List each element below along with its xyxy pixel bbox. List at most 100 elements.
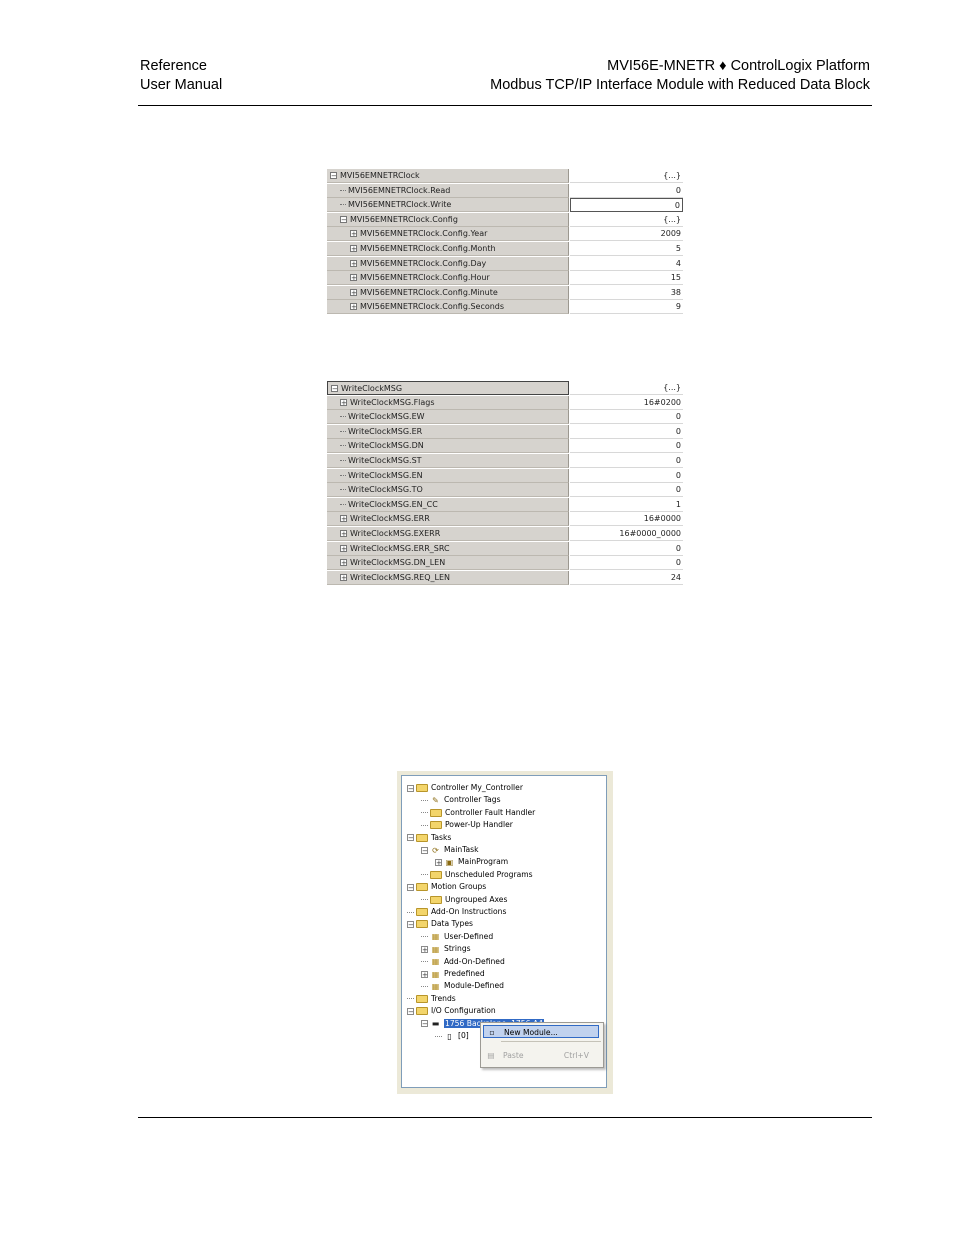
tag-row[interactable]: + MVI56EMNETRClock.Config.Seconds 9: [327, 300, 683, 315]
tag-row[interactable]: WriteClockMSG.ER 0: [327, 424, 683, 440]
expand-icon[interactable]: +: [435, 858, 442, 866]
tag-value-cell[interactable]: 0: [570, 541, 683, 556]
organizer-tree-item[interactable]: Trends: [407, 993, 456, 1005]
organizer-tree-item[interactable]: ▦ User-Defined: [421, 931, 493, 943]
collapse-icon[interactable]: −: [340, 215, 347, 223]
tag-name-cell[interactable]: MVI56EMNETRClock.Write: [327, 198, 569, 213]
tag-name-cell[interactable]: WriteClockMSG.ST: [327, 453, 569, 468]
tag-value-cell[interactable]: 38: [570, 285, 683, 300]
tag-name-cell[interactable]: + MVI56EMNETRClock.Config.Hour: [327, 271, 569, 286]
tag-row[interactable]: WriteClockMSG.EW 0: [327, 410, 683, 425]
expand-icon[interactable]: +: [340, 559, 347, 567]
tag-name-cell[interactable]: WriteClockMSG.DN: [327, 439, 569, 454]
organizer-tree-item[interactable]: + ▣ MainProgram: [435, 856, 508, 868]
tag-value-cell[interactable]: 0: [570, 439, 683, 454]
expand-icon[interactable]: +: [421, 945, 428, 953]
tag-name-cell[interactable]: + MVI56EMNETRClock.Config.Month: [327, 241, 569, 256]
expand-icon[interactable]: +: [350, 244, 357, 252]
tag-name-cell[interactable]: + WriteClockMSG.ERR: [327, 512, 569, 527]
tag-value-cell[interactable]: 0: [570, 483, 683, 498]
tag-row[interactable]: + WriteClockMSG.REQ_LEN 24: [327, 570, 683, 586]
tag-value-cell[interactable]: 0: [570, 556, 683, 571]
tag-value-cell[interactable]: 9: [570, 300, 683, 315]
organizer-tree-item[interactable]: + ▦ Strings: [421, 943, 471, 955]
organizer-tree-item[interactable]: − Controller My_Controller: [407, 782, 523, 794]
tag-name-cell[interactable]: − MVI56EMNETRClock: [327, 169, 569, 183]
organizer-tree-item[interactable]: ✎ Controller Tags: [421, 794, 501, 806]
expand-icon[interactable]: +: [350, 274, 357, 282]
organizer-tree-item[interactable]: ▯ [0]: [435, 1030, 469, 1042]
collapse-icon[interactable]: −: [407, 834, 414, 842]
tag-row[interactable]: + WriteClockMSG.DN_LEN 0: [327, 556, 683, 571]
collapse-icon[interactable]: −: [407, 784, 414, 792]
tag-name-cell[interactable]: WriteClockMSG.TO: [327, 483, 569, 498]
expand-icon[interactable]: +: [421, 970, 428, 978]
tag-name-cell[interactable]: WriteClockMSG.EW: [327, 410, 569, 425]
tag-row[interactable]: MVI56EMNETRClock.Write 0: [327, 198, 683, 213]
tag-name-cell[interactable]: + WriteClockMSG.REQ_LEN: [327, 570, 569, 585]
tag-value-cell[interactable]: 0: [570, 424, 683, 439]
tag-row[interactable]: + MVI56EMNETRClock.Config.Hour 15: [327, 271, 683, 286]
collapse-icon[interactable]: −: [330, 172, 337, 180]
organizer-tree-item[interactable]: − ⟳ MainTask: [421, 844, 479, 856]
tag-value-cell[interactable]: 0: [570, 183, 683, 198]
organizer-tree-item[interactable]: − I/O Configuration: [407, 1005, 496, 1017]
tag-name-cell[interactable]: WriteClockMSG.EN: [327, 468, 569, 483]
tag-row[interactable]: WriteClockMSG.EN 0: [327, 468, 683, 484]
organizer-tree-item[interactable]: Power-Up Handler: [421, 819, 513, 831]
collapse-icon[interactable]: −: [407, 920, 414, 928]
tag-row[interactable]: WriteClockMSG.ST 0: [327, 453, 683, 469]
collapse-icon[interactable]: −: [407, 883, 414, 891]
organizer-tree-item[interactable]: − Motion Groups: [407, 881, 486, 893]
organizer-tree-item[interactable]: ▦ Add-On-Defined: [421, 956, 505, 968]
new-module-menu-item[interactable]: ▫ New Module...: [483, 1025, 599, 1038]
expand-icon[interactable]: +: [340, 398, 347, 406]
organizer-tree-item[interactable]: Controller Fault Handler: [421, 807, 535, 819]
expand-icon[interactable]: +: [340, 544, 347, 552]
tag-row[interactable]: + WriteClockMSG.EXERR 16#0000_0000: [327, 526, 683, 542]
tag-name-cell[interactable]: + MVI56EMNETRClock.Config.Minute: [327, 285, 569, 300]
tag-value-cell[interactable]: {...}: [570, 169, 683, 183]
tag-value-cell[interactable]: 0: [570, 453, 683, 468]
expand-icon[interactable]: +: [340, 515, 347, 523]
tag-name-cell[interactable]: WriteClockMSG.ER: [327, 424, 569, 439]
tag-row[interactable]: + MVI56EMNETRClock.Config.Month 5: [327, 241, 683, 257]
tag-name-cell[interactable]: − MVI56EMNETRClock.Config: [327, 212, 569, 227]
tag-row[interactable]: + MVI56EMNETRClock.Config.Minute 38: [327, 285, 683, 301]
tag-value-cell[interactable]: {...}: [570, 381, 683, 395]
expand-icon[interactable]: +: [350, 303, 357, 311]
tag-name-cell[interactable]: MVI56EMNETRClock.Read: [327, 183, 569, 198]
organizer-tree-item[interactable]: ▦ Module-Defined: [421, 980, 504, 992]
expand-icon[interactable]: +: [350, 230, 357, 238]
tag-value-cell[interactable]: 4: [570, 256, 683, 271]
paste-menu-item[interactable]: ▤ Paste Ctrl+V: [483, 1049, 599, 1062]
tag-name-cell[interactable]: + WriteClockMSG.EXERR: [327, 526, 569, 541]
tag-value-cell[interactable]: 16#0000_0000: [570, 526, 683, 541]
tag-value-cell[interactable]: 0: [570, 198, 683, 213]
tag-name-cell[interactable]: WriteClockMSG.EN_CC: [327, 497, 569, 512]
collapse-icon[interactable]: −: [421, 846, 428, 854]
tag-name-cell[interactable]: + WriteClockMSG.ERR_SRC: [327, 541, 569, 556]
tag-row[interactable]: − WriteClockMSG {...}: [327, 381, 683, 396]
tag-name-cell[interactable]: + MVI56EMNETRClock.Config.Seconds: [327, 300, 569, 315]
tag-row[interactable]: + WriteClockMSG.Flags 16#0200: [327, 395, 683, 411]
organizer-tree-item[interactable]: Ungrouped Axes: [421, 894, 507, 906]
tag-row[interactable]: + MVI56EMNETRClock.Config.Year 2009: [327, 227, 683, 242]
organizer-tree-item[interactable]: + ▦ Predefined: [421, 968, 485, 980]
tag-value-cell[interactable]: 15: [570, 271, 683, 286]
collapse-icon[interactable]: −: [407, 1007, 414, 1015]
tag-value-cell[interactable]: 0: [570, 468, 683, 483]
organizer-tree-item[interactable]: − Tasks: [407, 832, 451, 844]
tag-value-cell[interactable]: 24: [570, 570, 683, 585]
tag-row[interactable]: MVI56EMNETRClock.Read 0: [327, 183, 683, 199]
tag-name-cell[interactable]: − WriteClockMSG: [327, 381, 569, 395]
tag-value-cell[interactable]: {...}: [570, 212, 683, 227]
tag-value-cell[interactable]: 1: [570, 497, 683, 512]
collapse-icon[interactable]: −: [331, 385, 338, 393]
tag-value-cell[interactable]: 16#0200: [570, 395, 683, 410]
tag-value-cell[interactable]: 5: [570, 241, 683, 256]
tag-row[interactable]: + WriteClockMSG.ERR_SRC 0: [327, 541, 683, 557]
tag-value-cell[interactable]: 2009: [570, 227, 683, 242]
tag-value-cell[interactable]: 0: [570, 410, 683, 425]
tag-name-cell[interactable]: + MVI56EMNETRClock.Config.Day: [327, 256, 569, 271]
